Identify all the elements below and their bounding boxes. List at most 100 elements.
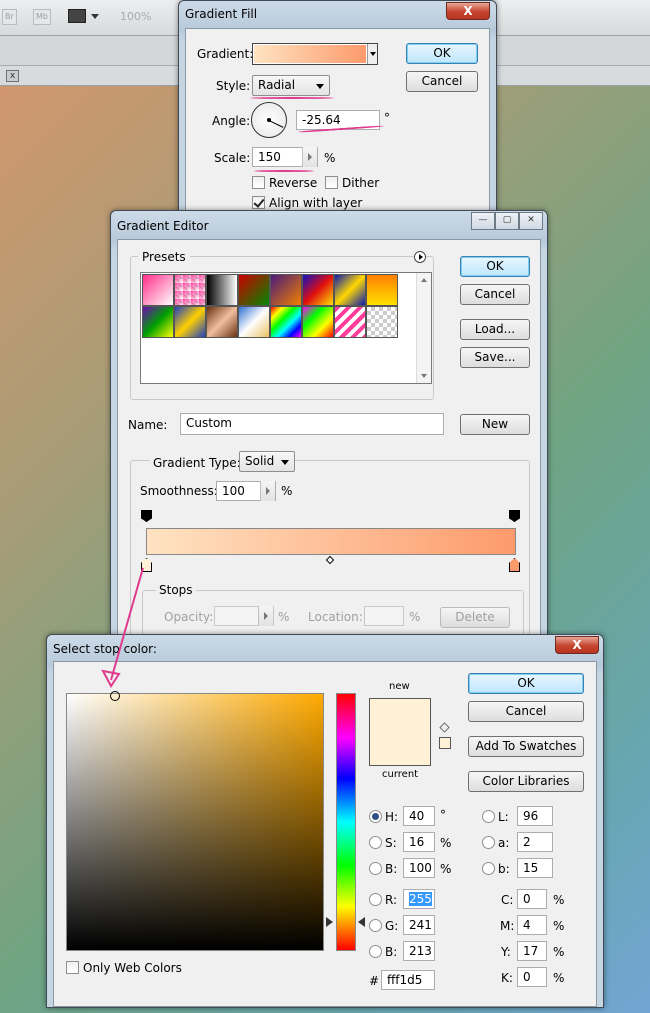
chevron-down-icon[interactable] <box>91 14 99 19</box>
preset-swatch[interactable] <box>206 306 238 338</box>
preset-swatch[interactable] <box>366 306 398 338</box>
preset-swatch[interactable] <box>366 274 398 306</box>
maximize-icon[interactable]: ▢ <box>495 212 519 230</box>
hex-input[interactable]: fff1d5 <box>381 970 435 990</box>
location-input[interactable] <box>364 606 404 626</box>
blue-input[interactable]: 213 <box>403 941 435 961</box>
gradient-bar[interactable] <box>146 528 516 555</box>
cyan-unit: % <box>553 893 565 907</box>
preset-swatch[interactable] <box>238 306 270 338</box>
presets-grid <box>140 272 432 384</box>
close-icon[interactable]: ✕ <box>519 212 543 230</box>
preset-swatch[interactable] <box>270 274 302 306</box>
gradient-type-select[interactable]: Solid <box>239 451 295 472</box>
opacity-stepper[interactable] <box>258 606 273 626</box>
preset-swatch[interactable] <box>238 274 270 306</box>
gradient-preview[interactable] <box>254 45 366 63</box>
close-document-icon[interactable]: x <box>6 70 19 82</box>
green-radio[interactable] <box>369 919 382 932</box>
saturation-radio[interactable] <box>369 836 382 849</box>
ok-button[interactable]: OK <box>460 256 530 277</box>
preset-swatch[interactable] <box>142 306 174 338</box>
angle-dial[interactable] <box>251 102 287 138</box>
scale-input[interactable]: 150 <box>252 147 318 167</box>
preset-swatch[interactable] <box>206 274 238 306</box>
gradient-dropdown-icon[interactable] <box>367 44 377 64</box>
preset-swatch[interactable] <box>174 274 206 306</box>
preset-swatch[interactable] <box>302 306 334 338</box>
red-radio[interactable] <box>369 893 382 906</box>
zoom-level[interactable]: 100% <box>120 10 151 23</box>
film-icon[interactable] <box>68 9 86 23</box>
annotation-underline <box>254 170 314 172</box>
preset-swatch[interactable] <box>334 306 366 338</box>
preset-swatch[interactable] <box>174 306 206 338</box>
hue-slider-left-arrow[interactable] <box>326 917 333 927</box>
cyan-input[interactable]: 0 <box>517 889 547 909</box>
close-icon[interactable]: X <box>446 2 490 20</box>
a-channel-input[interactable]: 2 <box>517 832 553 852</box>
mini-bridge-button[interactable]: Mb <box>33 9 51 25</box>
smoothness-input[interactable]: 100 <box>216 481 276 501</box>
green-input[interactable]: 241 <box>403 915 435 935</box>
smoothness-stepper[interactable] <box>260 481 275 501</box>
new-button[interactable]: New <box>460 414 530 435</box>
saturation-input[interactable]: 16 <box>403 832 435 852</box>
current-color-swatch[interactable] <box>369 732 431 766</box>
presets-menu-icon[interactable] <box>414 251 426 263</box>
preset-swatch[interactable] <box>334 274 366 306</box>
color-field-marker[interactable] <box>110 691 120 701</box>
a-channel-radio[interactable] <box>482 836 495 849</box>
load-button[interactable]: Load... <box>460 319 530 340</box>
align-with-layer-checkbox[interactable] <box>252 196 265 209</box>
save-button[interactable]: Save... <box>460 347 530 368</box>
color-libraries-button[interactable]: Color Libraries <box>468 771 584 792</box>
name-input[interactable]: Custom <box>180 413 444 435</box>
blue-radio[interactable] <box>369 945 382 958</box>
scale-stepper[interactable] <box>302 147 317 167</box>
k-label: K: <box>501 971 513 985</box>
preset-swatch[interactable] <box>302 274 334 306</box>
hue-input[interactable]: 40 <box>403 806 435 826</box>
hue-radio[interactable] <box>369 810 382 823</box>
cancel-button[interactable]: Cancel <box>406 71 478 92</box>
gradient-label: Gradient: <box>197 47 254 61</box>
opacity-unit: % <box>278 610 290 624</box>
dialog-title: Gradient Fill <box>185 7 258 21</box>
yellow-input[interactable]: 17 <box>517 941 547 961</box>
magenta-input[interactable]: 4 <box>517 915 547 935</box>
preset-swatch[interactable] <box>270 306 302 338</box>
b-channel-radio[interactable] <box>482 862 495 875</box>
delete-button[interactable]: Delete <box>440 607 510 628</box>
cancel-button[interactable]: Cancel <box>468 701 584 722</box>
cancel-button[interactable]: Cancel <box>460 284 530 305</box>
brightness-input[interactable]: 100 <box>403 858 435 878</box>
web-safe-icon[interactable] <box>439 737 451 749</box>
gradient-picker[interactable] <box>252 43 378 65</box>
saturation-unit: % <box>440 836 452 850</box>
hue-slider[interactable] <box>336 693 356 951</box>
preset-swatch[interactable] <box>142 274 174 306</box>
gamut-cube-icon[interactable] <box>439 722 450 733</box>
ok-button[interactable]: OK <box>468 673 584 694</box>
minimize-icon[interactable]: — <box>471 212 495 230</box>
add-to-swatches-button[interactable]: Add To Swatches <box>468 736 584 757</box>
presets-scrollbar[interactable] <box>416 273 431 383</box>
bridge-button[interactable]: Br <box>2 9 17 25</box>
dither-checkbox[interactable] <box>325 176 338 189</box>
red-input[interactable]: 255 <box>403 889 435 909</box>
hue-slider-right-arrow[interactable] <box>358 917 365 927</box>
saturation-brightness-field[interactable] <box>66 693 324 951</box>
lightness-radio[interactable] <box>482 810 495 823</box>
close-icon[interactable]: X <box>555 636 599 654</box>
ok-button[interactable]: OK <box>406 43 478 64</box>
style-select[interactable]: Radial <box>252 75 330 96</box>
reverse-checkbox[interactable] <box>252 176 265 189</box>
opacity-input[interactable] <box>214 606 274 626</box>
brightness-radio[interactable] <box>369 862 382 875</box>
only-web-colors-checkbox[interactable] <box>66 961 79 974</box>
black-input[interactable]: 0 <box>517 967 547 987</box>
y-label: Y: <box>501 945 511 959</box>
lightness-input[interactable]: 96 <box>517 806 553 826</box>
b-channel-input[interactable]: 15 <box>517 858 553 878</box>
